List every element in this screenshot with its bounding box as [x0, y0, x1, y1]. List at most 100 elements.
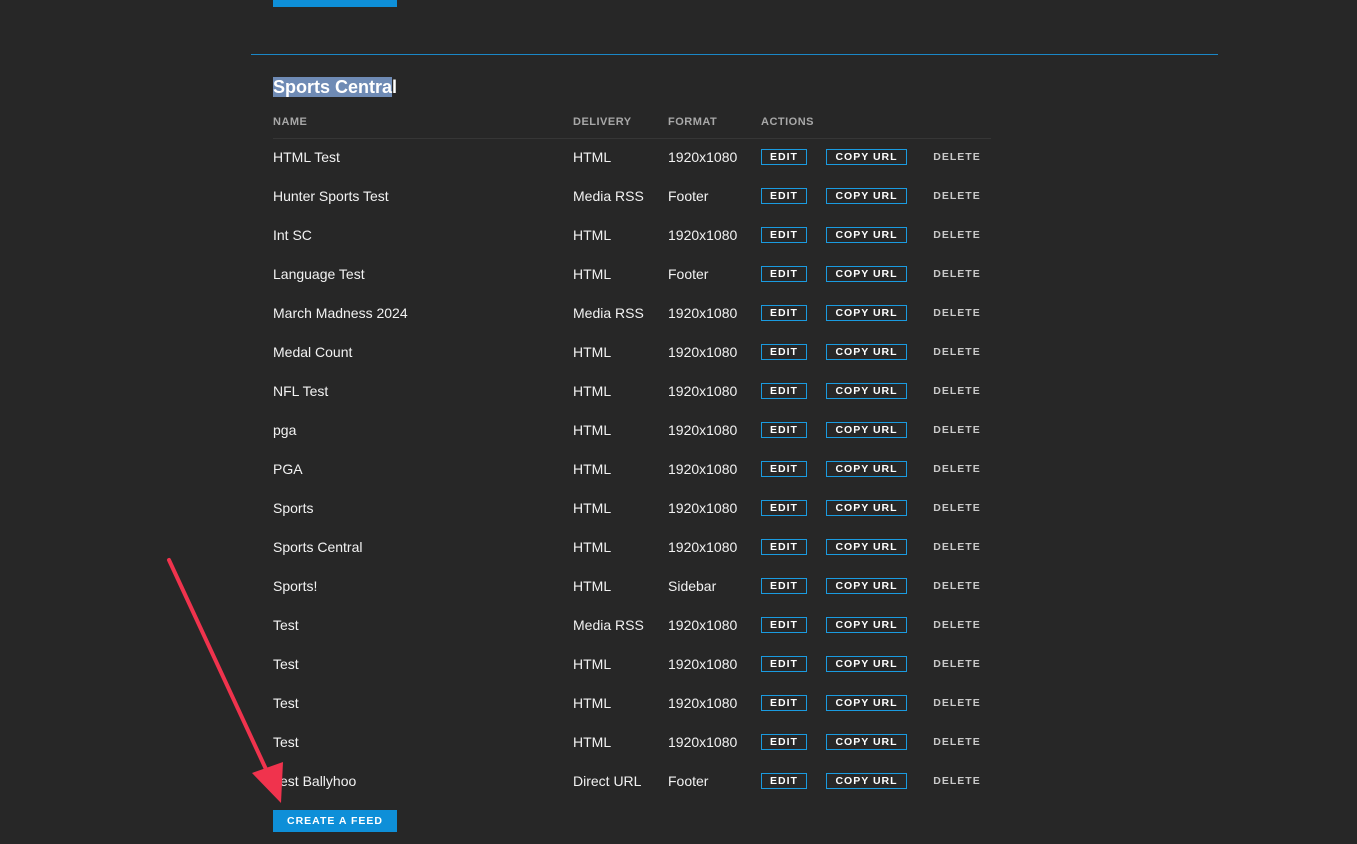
- delete-button[interactable]: DELETE: [929, 227, 985, 243]
- feed-delivery: HTML: [573, 227, 612, 243]
- copy-url-button[interactable]: COPY URL: [826, 461, 907, 477]
- edit-button[interactable]: EDIT: [761, 500, 807, 516]
- feed-name: March Madness 2024: [273, 305, 408, 321]
- feed-delivery: HTML: [573, 344, 612, 360]
- table-row: Sports HTML 1920x1080 EDIT COPY URL DELETE: [273, 490, 991, 529]
- delete-button[interactable]: DELETE: [929, 461, 985, 477]
- feed-name: Test: [273, 617, 299, 633]
- table-row: Sports! HTML Sidebar EDIT COPY URL DELETE: [273, 568, 991, 607]
- feed-format: 1920x1080: [668, 461, 738, 477]
- table-row: PGA HTML 1920x1080 EDIT COPY URL DELETE: [273, 451, 991, 490]
- delete-button[interactable]: DELETE: [929, 344, 985, 360]
- feed-format: 1920x1080: [668, 227, 738, 243]
- delete-button[interactable]: DELETE: [929, 422, 985, 438]
- delete-button[interactable]: DELETE: [929, 695, 985, 711]
- create-feed-button[interactable]: CREATE A FEED: [273, 810, 397, 832]
- column-header-name: NAME: [273, 116, 308, 128]
- table-row: Medal Count HTML 1920x1080 EDIT COPY URL DELE…: [273, 334, 991, 373]
- copy-url-button[interactable]: COPY URL: [826, 539, 907, 555]
- previous-section-button[interactable]: [273, 0, 397, 7]
- column-header-format: FORMAT: [668, 116, 718, 128]
- feed-delivery: Direct URL: [573, 773, 642, 789]
- edit-button[interactable]: EDIT: [761, 149, 807, 165]
- delete-button[interactable]: DELETE: [929, 773, 985, 789]
- edit-button[interactable]: EDIT: [761, 539, 807, 555]
- section-title-selected-text: Sports Centra: [273, 77, 393, 97]
- copy-url-button[interactable]: COPY URL: [826, 617, 907, 633]
- feed-name: Int SC: [273, 227, 312, 243]
- feed-name: Medal Count: [273, 344, 353, 360]
- copy-url-button[interactable]: COPY URL: [826, 149, 907, 165]
- copy-url-button[interactable]: COPY URL: [826, 500, 907, 516]
- section-divider: [251, 54, 1218, 55]
- copy-url-button[interactable]: COPY URL: [826, 734, 907, 750]
- copy-url-button[interactable]: COPY URL: [826, 305, 907, 321]
- edit-button[interactable]: EDIT: [761, 773, 807, 789]
- delete-button[interactable]: DELETE: [929, 578, 985, 594]
- delete-button[interactable]: DELETE: [929, 149, 985, 165]
- feed-delivery: Media RSS: [573, 305, 644, 321]
- edit-button[interactable]: EDIT: [761, 266, 807, 282]
- edit-button[interactable]: EDIT: [761, 578, 807, 594]
- edit-button[interactable]: EDIT: [761, 305, 807, 321]
- copy-url-button[interactable]: COPY URL: [826, 227, 907, 243]
- delete-button[interactable]: DELETE: [929, 266, 985, 282]
- copy-url-button[interactable]: COPY URL: [826, 344, 907, 360]
- table-body: HTML Test HTML 1920x1080 EDIT COPY URL DELETE…: [273, 139, 991, 802]
- delete-button[interactable]: DELETE: [929, 656, 985, 672]
- feed-name: Test: [273, 734, 299, 750]
- delete-button[interactable]: DELETE: [929, 383, 985, 399]
- table-row: Test HTML 1920x1080 EDIT COPY URL DELETE: [273, 685, 991, 724]
- feed-delivery: Media RSS: [573, 188, 644, 204]
- delete-button[interactable]: DELETE: [929, 500, 985, 516]
- feed-format: Footer: [668, 773, 709, 789]
- table-row: Test Media RSS 1920x1080 EDIT COPY URL DELETE: [273, 607, 991, 646]
- table-row: Hunter Sports Test Media RSS Footer EDIT COP…: [273, 178, 991, 217]
- delete-button[interactable]: DELETE: [929, 188, 985, 204]
- feed-name: Test: [273, 656, 299, 672]
- column-header-actions: ACTIONS: [761, 116, 814, 128]
- delete-button[interactable]: DELETE: [929, 617, 985, 633]
- delete-button[interactable]: DELETE: [929, 305, 985, 321]
- copy-url-button[interactable]: COPY URL: [826, 422, 907, 438]
- edit-button[interactable]: EDIT: [761, 383, 807, 399]
- copy-url-button[interactable]: COPY URL: [826, 188, 907, 204]
- copy-url-button[interactable]: COPY URL: [826, 773, 907, 789]
- edit-button[interactable]: EDIT: [761, 734, 807, 750]
- copy-url-button[interactable]: COPY URL: [826, 656, 907, 672]
- feed-format: 1920x1080: [668, 617, 738, 633]
- feed-name: HTML Test: [273, 149, 340, 165]
- table-row: Int SC HTML 1920x1080 EDIT COPY URL DELETE: [273, 217, 991, 256]
- delete-button[interactable]: DELETE: [929, 734, 985, 750]
- feed-name: Hunter Sports Test: [273, 188, 389, 204]
- table-row: Test HTML 1920x1080 EDIT COPY URL DELETE: [273, 646, 991, 685]
- feed-name: pga: [273, 422, 297, 438]
- copy-url-button[interactable]: COPY URL: [826, 266, 907, 282]
- feed-name: PGA: [273, 461, 303, 477]
- edit-button[interactable]: EDIT: [761, 344, 807, 360]
- feed-delivery: HTML: [573, 695, 612, 711]
- edit-button[interactable]: EDIT: [761, 422, 807, 438]
- copy-url-button[interactable]: COPY URL: [826, 383, 907, 399]
- edit-button[interactable]: EDIT: [761, 617, 807, 633]
- feed-delivery: HTML: [573, 578, 612, 594]
- feed-format: Sidebar: [668, 578, 717, 594]
- table-row: pga HTML 1920x1080 EDIT COPY URL DELETE: [273, 412, 991, 451]
- feed-name: NFL Test: [273, 383, 329, 399]
- edit-button[interactable]: EDIT: [761, 227, 807, 243]
- table-row: HTML Test HTML 1920x1080 EDIT COPY URL DELETE: [273, 139, 991, 178]
- copy-url-button[interactable]: COPY URL: [826, 695, 907, 711]
- feed-delivery: HTML: [573, 656, 612, 672]
- feed-delivery: HTML: [573, 500, 612, 516]
- edit-button[interactable]: EDIT: [761, 188, 807, 204]
- copy-url-button[interactable]: COPY URL: [826, 578, 907, 594]
- feed-format: 1920x1080: [668, 734, 738, 750]
- feed-format: 1920x1080: [668, 656, 738, 672]
- edit-button[interactable]: EDIT: [761, 656, 807, 672]
- edit-button[interactable]: EDIT: [761, 695, 807, 711]
- feed-format: Footer: [668, 188, 709, 204]
- table-row: Language Test HTML Footer EDIT COPY URL DELET…: [273, 256, 991, 295]
- feed-format: 1920x1080: [668, 344, 738, 360]
- edit-button[interactable]: EDIT: [761, 461, 807, 477]
- delete-button[interactable]: DELETE: [929, 539, 985, 555]
